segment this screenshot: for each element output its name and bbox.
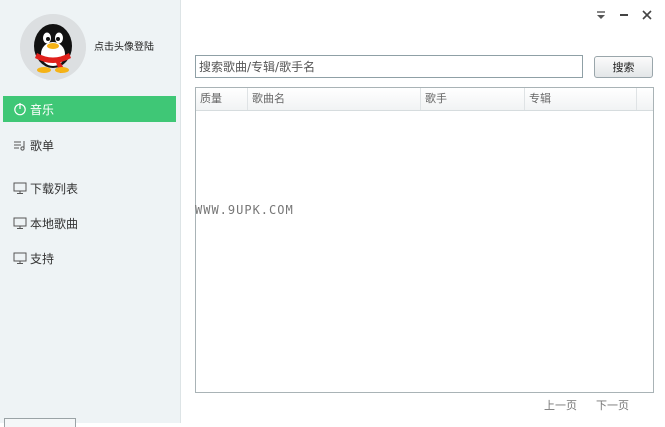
minimize-icon[interactable] <box>617 8 631 22</box>
column-header-quality[interactable]: 质量 <box>196 88 248 110</box>
sidebar-item-support[interactable]: 支持 <box>3 245 176 271</box>
prev-page-link[interactable]: 上一页 <box>544 397 577 413</box>
column-header-song-name[interactable]: 歌曲名 <box>248 88 421 110</box>
sidebar-item-downloads[interactable]: 下载列表 <box>3 175 176 201</box>
monitor-icon <box>13 216 27 230</box>
sidebar-item-label: 本地歌曲 <box>30 216 79 231</box>
login-prompt[interactable]: 点击头像登陆 <box>94 38 154 53</box>
monitor-icon <box>13 251 27 265</box>
sidebar-item-label: 下载列表 <box>30 181 79 196</box>
penguin-avatar-icon <box>20 14 86 80</box>
results-table: 质量 歌曲名 歌手 专辑 <box>195 87 654 393</box>
sidebar-item-music[interactable]: 音乐 <box>3 96 176 122</box>
sidebar-item-label: 歌单 <box>30 138 55 153</box>
watermark: WWW.9UPK.COM <box>195 203 294 217</box>
sidebar-item-local-songs[interactable]: 本地歌曲 <box>3 210 176 236</box>
avatar[interactable] <box>20 14 86 80</box>
next-page-link[interactable]: 下一页 <box>596 397 629 413</box>
close-icon[interactable] <box>640 8 654 22</box>
playlist-icon <box>13 138 27 152</box>
power-icon <box>13 102 27 116</box>
search-button[interactable]: 搜索 <box>594 56 653 78</box>
sidebar-item-label: 支持 <box>30 251 55 266</box>
sidebar: 点击头像登陆 音乐 歌单 下载列表 本地歌曲 支持 <box>0 0 181 427</box>
search-input[interactable] <box>195 55 583 78</box>
sidebar-item-playlist[interactable]: 歌单 <box>3 132 176 158</box>
monitor-icon <box>13 181 27 195</box>
column-header-album[interactable]: 专辑 <box>525 88 637 110</box>
sidebar-item-label: 音乐 <box>30 102 55 117</box>
column-header-artist[interactable]: 歌手 <box>421 88 525 110</box>
table-header: 质量 歌曲名 歌手 专辑 <box>196 88 653 111</box>
dropdown-menu-icon[interactable] <box>594 8 608 22</box>
